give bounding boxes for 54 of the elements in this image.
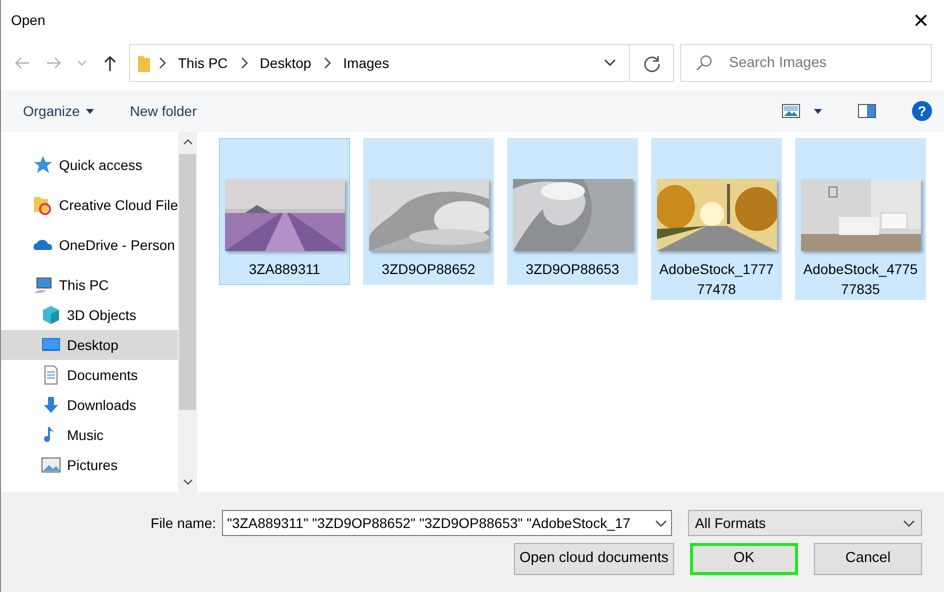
dialog-button[interactable]: Cancel [814, 543, 922, 575]
file-item[interactable]: AdobeStock_177777478 [651, 138, 782, 300]
picture-frame-icon [41, 455, 61, 475]
breadcrumb-item[interactable]: Images [339, 52, 394, 74]
star-icon [33, 155, 53, 175]
scroll-up-icon [182, 138, 193, 146]
search-field[interactable]: Search Images [680, 44, 932, 82]
sidebar-item[interactable]: Pictures [1, 450, 178, 480]
sidebar-item[interactable]: This PC [1, 270, 178, 300]
file-name-label: File name: [150, 514, 216, 532]
new-folder-button[interactable]: New folder [130, 100, 197, 122]
scrollbar[interactable] [178, 132, 197, 492]
organize-button[interactable]: Organize [23, 100, 94, 122]
dialog-button[interactable]: Open cloud documents [514, 543, 674, 575]
search-icon [696, 55, 712, 71]
scroll-down-icon [182, 478, 193, 486]
cube-icon [41, 305, 61, 325]
caret-icon [655, 518, 667, 528]
file-type-dropdown[interactable]: All Formats [688, 510, 922, 536]
file-item[interactable]: 3ZA889311 [219, 138, 350, 285]
sidebar-item[interactable]: Quick access [1, 150, 178, 180]
file-item[interactable]: 3ZD9OP88652 [363, 138, 494, 285]
sidebar-item[interactable]: Downloads [1, 390, 178, 420]
file-item[interactable]: 3ZD9OP88653 [507, 138, 638, 285]
folder-icon [138, 54, 150, 72]
refresh-icon [642, 54, 660, 73]
computer-icon [33, 275, 53, 295]
sidebar-item[interactable]: OneDrive - Person [1, 230, 178, 260]
file-item[interactable]: AdobeStock_477577835 [795, 138, 926, 300]
caret-icon [86, 108, 94, 114]
window-title: Open [11, 10, 46, 30]
preview-pane-button[interactable] [858, 104, 876, 118]
sidebar-item[interactable]: Creative Cloud File [1, 190, 178, 220]
view-options-button[interactable] [782, 104, 822, 118]
picture-view-icon [782, 104, 800, 118]
breadcrumb-item[interactable]: Desktop [256, 52, 316, 74]
chevron-icon [323, 57, 332, 69]
sidebar-item[interactable]: Desktop [1, 330, 178, 360]
help-button[interactable]: ? [912, 101, 932, 121]
chevron-icon [240, 57, 248, 69]
sidebar-item[interactable]: Documents [1, 360, 178, 390]
breadcrumb-item[interactable]: This PC [174, 52, 232, 74]
caret-icon [77, 60, 87, 66]
sidebar-item[interactable]: Music [1, 420, 178, 450]
dialog-button[interactable]: OK [690, 543, 798, 575]
folder-icon [33, 195, 53, 215]
caret-icon [814, 108, 822, 114]
caret-icon [903, 518, 915, 528]
sidebar-item[interactable]: 3D Objects [1, 300, 178, 330]
file-name-field[interactable]: "3ZA889311" "3ZD9OP88652" "3ZD9OP88653" "AdobeStock_17 [222, 510, 672, 536]
address-bar[interactable]: This PC Desktop Images [129, 44, 674, 82]
close-button[interactable]: × [898, 2, 944, 38]
chevron-icon [158, 57, 166, 69]
down-arrow-icon [41, 395, 61, 415]
